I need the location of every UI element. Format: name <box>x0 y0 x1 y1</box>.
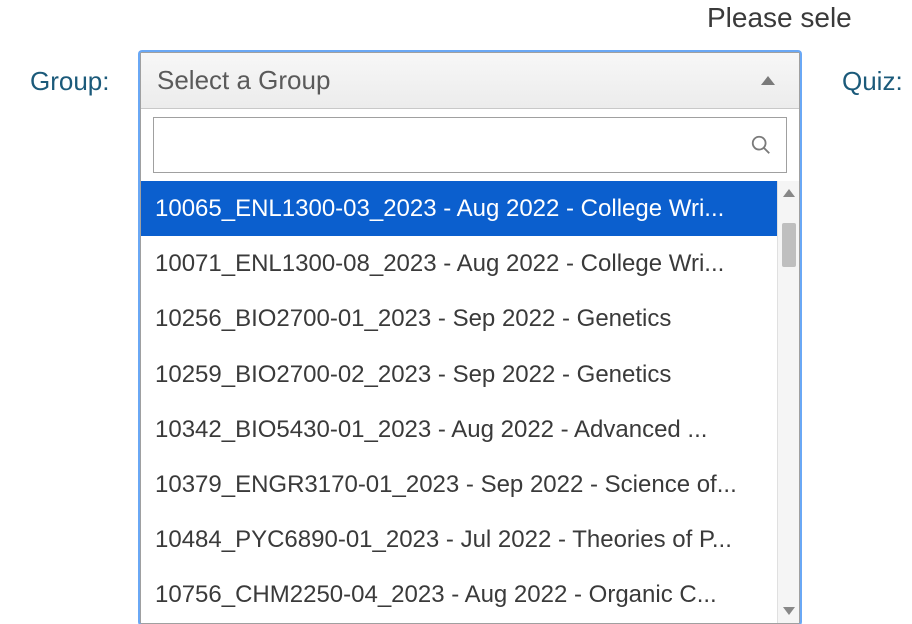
group-dropdown: Select a Group 10065_ENL1300-03_2023 - A… <box>140 52 800 624</box>
group-option[interactable]: 10484_PYC6890-01_2023 - Jul 2022 - Theor… <box>141 512 777 567</box>
group-option[interactable]: 10256_BIO2700-01_2023 - Sep 2022 - Genet… <box>141 291 777 346</box>
group-dropdown-options-list: 10065_ENL1300-03_2023 - Aug 2022 - Colle… <box>141 181 777 623</box>
group-dropdown-options-wrapper: 10065_ENL1300-03_2023 - Aug 2022 - Colle… <box>141 181 799 623</box>
group-label: Group: <box>30 66 110 97</box>
chevron-up-icon <box>761 76 775 85</box>
group-dropdown-search-row <box>141 109 799 181</box>
scrollbar-track[interactable] <box>777 181 799 623</box>
group-option[interactable]: 10071_ENL1300-08_2023 - Aug 2022 - Colle… <box>141 236 777 291</box>
group-option[interactable]: 10379_ENGR3170-01_2023 - Sep 2022 - Scie… <box>141 457 777 512</box>
page-instruction-partial: Please sele <box>707 2 852 34</box>
group-dropdown-placeholder: Select a Group <box>157 65 330 96</box>
group-option[interactable]: 10065_ENL1300-03_2023 - Aug 2022 - Colle… <box>141 181 777 236</box>
group-dropdown-search-box <box>153 117 787 173</box>
search-icon <box>750 134 772 156</box>
group-option[interactable]: 10342_BIO5430-01_2023 - Aug 2022 - Advan… <box>141 402 777 457</box>
scrollbar-thumb[interactable] <box>782 223 796 267</box>
group-dropdown-search-input[interactable] <box>168 118 750 172</box>
group-option[interactable]: 10756_CHM2250-04_2023 - Aug 2022 - Organ… <box>141 567 777 622</box>
quiz-label: Quiz: <box>842 66 903 97</box>
scrollbar-arrow-up-icon[interactable] <box>783 189 795 197</box>
group-option[interactable]: 10259_BIO2700-02_2023 - Sep 2022 - Genet… <box>141 347 777 402</box>
group-dropdown-toggle[interactable]: Select a Group <box>141 53 799 109</box>
